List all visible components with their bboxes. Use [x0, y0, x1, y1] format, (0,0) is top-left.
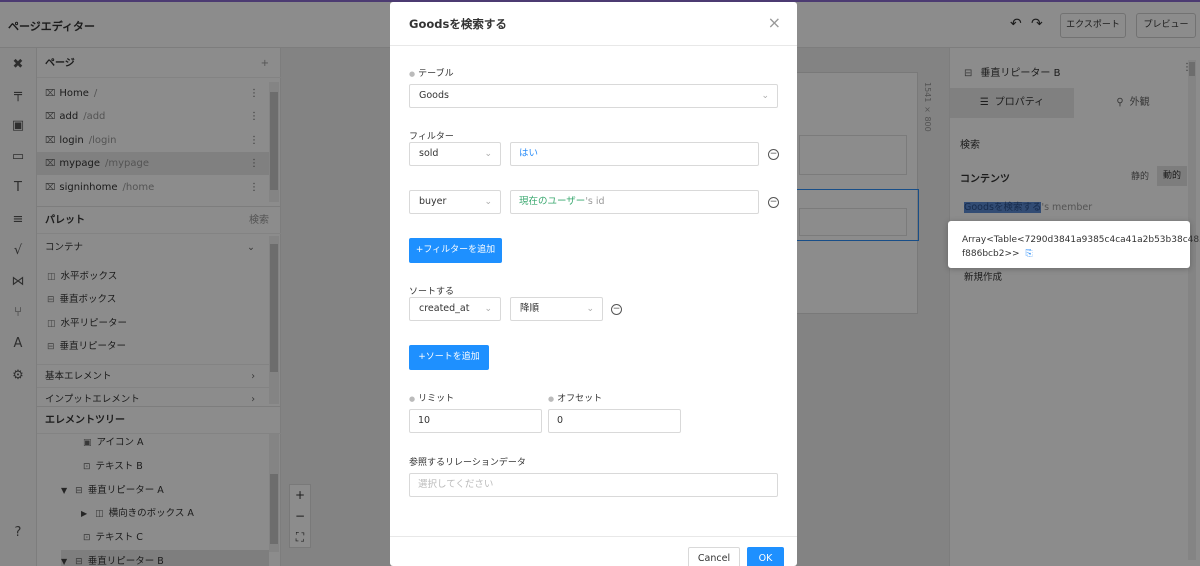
- filter-field: buyer: [419, 196, 447, 207]
- table-value: Goods: [419, 90, 449, 101]
- add-filter-button[interactable]: +フィルターを追加: [409, 238, 502, 263]
- offset-label-text: オフセット: [557, 394, 603, 404]
- chevron-down-icon: ⌄: [586, 304, 594, 314]
- limit-label: ● リミット: [409, 391, 454, 404]
- sort-order-select[interactable]: 降順 ⌄: [510, 297, 603, 321]
- filter-field: sold: [419, 148, 439, 159]
- chevron-down-icon: ⌄: [484, 197, 492, 207]
- tooltip-line2: f886bcb2>> ⎘: [962, 247, 1176, 261]
- filter-field-select[interactable]: buyer ⌄: [409, 190, 501, 214]
- chevron-down-icon: ⌄: [484, 149, 492, 159]
- filter-field-select[interactable]: sold ⌄: [409, 142, 501, 166]
- chevron-down-icon: ⌄: [484, 304, 492, 314]
- add-sort-button[interactable]: +ソートを追加: [409, 345, 489, 370]
- sort-order: 降順: [520, 303, 540, 314]
- remove-filter-icon[interactable]: −: [768, 197, 779, 208]
- filter-value-rest: 's id: [585, 196, 605, 207]
- tooltip-type: f886bcb2>>: [962, 249, 1020, 259]
- tooltip-line1: Array<Table<7290d3841a9385c4ca41a2b53b38…: [962, 235, 1200, 245]
- table-label-text: テーブル: [418, 69, 454, 79]
- modal-header: Goodsを検索する ×: [390, 2, 797, 46]
- filter-value-input[interactable]: 現在のユーザー's id: [510, 190, 759, 214]
- sort-field: created_at: [419, 303, 470, 314]
- filter-value-tag: はい: [519, 148, 539, 159]
- remove-sort-icon[interactable]: −: [611, 304, 622, 315]
- copy-icon[interactable]: ⎘: [1026, 249, 1033, 259]
- required-mark: ●: [548, 395, 555, 403]
- table-label: ● テーブル: [409, 66, 454, 79]
- remove-filter-icon[interactable]: −: [768, 149, 779, 160]
- limit-label-text: リミット: [418, 394, 455, 404]
- modal-title: Goodsを検索する: [409, 17, 507, 31]
- limit-input[interactable]: 10: [409, 409, 542, 433]
- type-tooltip: Array<Table<7290d3841a9385c4ca41a2b53b38…: [948, 221, 1200, 268]
- filter-value-input[interactable]: はい: [510, 142, 759, 166]
- required-mark: ●: [409, 395, 416, 403]
- relation-label: 参照するリレーションデータ: [409, 458, 526, 468]
- ok-button[interactable]: OK: [747, 547, 784, 566]
- required-mark: ●: [409, 70, 416, 78]
- offset-label: ● オフセット: [548, 391, 602, 404]
- table-select[interactable]: Goods ⌄: [409, 84, 778, 108]
- cancel-button[interactable]: Cancel: [688, 547, 740, 566]
- relation-select[interactable]: 選択してください: [409, 473, 778, 497]
- chevron-down-icon: ⌄: [761, 91, 769, 101]
- filter-label: フィルター: [409, 132, 454, 142]
- sort-field-select[interactable]: created_at ⌄: [409, 297, 501, 321]
- sort-label: ソートする: [409, 287, 455, 297]
- offset-input[interactable]: 0: [548, 409, 681, 433]
- search-modal: Goodsを検索する × ● テーブル Goods ⌄ フィルター sold ⌄ はい…: [390, 2, 797, 566]
- modal-footer: Cancel OK: [390, 536, 797, 566]
- filter-value-tag: 現在のユーザー: [519, 196, 586, 207]
- close-icon[interactable]: ×: [768, 13, 781, 32]
